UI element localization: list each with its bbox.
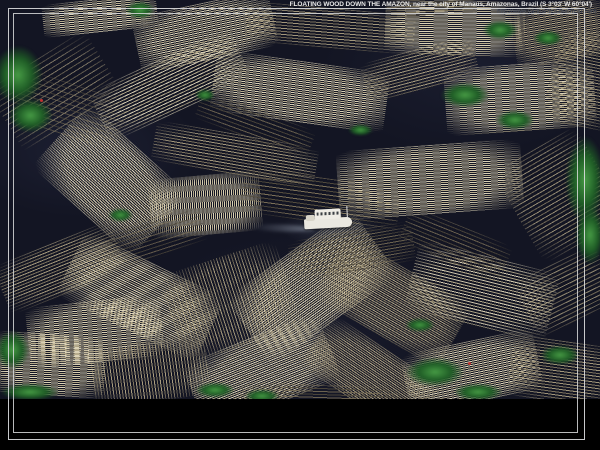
vegetation-patch [482, 20, 518, 40]
vegetation-patch [8, 98, 53, 133]
vegetation-patch [125, 1, 155, 19]
red-marker [40, 99, 43, 102]
log-cluster [506, 334, 600, 399]
vegetation-patch [533, 30, 563, 46]
vegetation-patch [0, 383, 60, 399]
vegetation-patch [495, 110, 535, 130]
vegetation-patch [440, 82, 490, 108]
vegetation-patch [195, 89, 215, 101]
red-marker [468, 362, 471, 365]
vegetation-patch [575, 205, 600, 265]
photo-credit-url: http://www.yannarthusbertrand.com [497, 8, 596, 15]
vegetation-patch [244, 389, 280, 399]
photo-caption: FLOATING WOOD DOWN THE AMAZON, near the … [290, 1, 592, 8]
wallpaper: FLOATING WOOD DOWN THE AMAZON, near the … [0, 0, 600, 450]
log-raft-layer [0, 0, 600, 399]
vegetation-patch [540, 345, 580, 365]
aerial-photo [0, 0, 600, 399]
caption-band [0, 399, 600, 450]
vegetation-patch [405, 357, 465, 387]
vegetation-patch [453, 383, 503, 399]
vegetation-patch [108, 208, 133, 222]
vegetation-patch [405, 318, 435, 332]
vegetation-patch [195, 382, 235, 398]
boat [299, 202, 359, 239]
boat-rear-deck [306, 215, 315, 221]
boat-mast [346, 206, 348, 218]
vegetation-patch [348, 124, 373, 136]
